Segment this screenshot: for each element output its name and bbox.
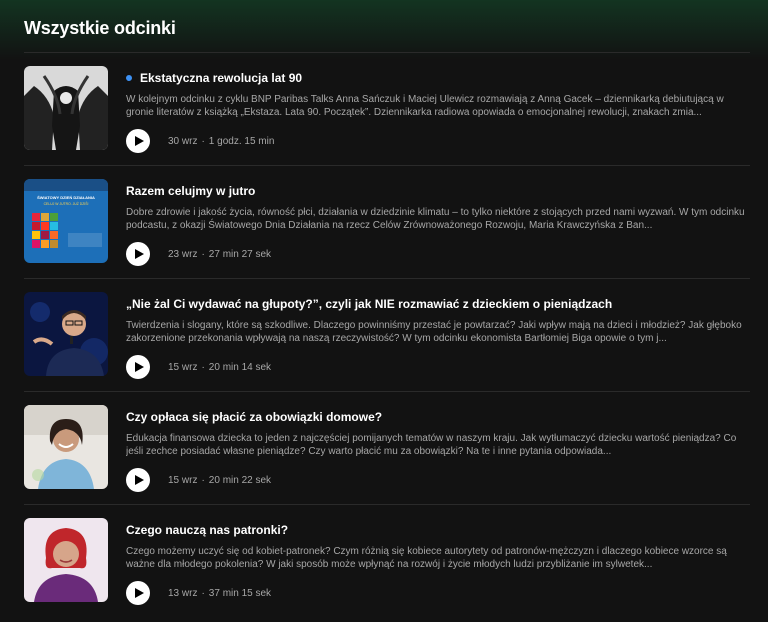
- episode-duration: 20 min 14 sek: [208, 361, 272, 373]
- episode-thumbnail[interactable]: [24, 405, 108, 489]
- episode-duration: 20 min 22 sek: [208, 474, 272, 486]
- episode-title[interactable]: Razem celujmy w jutro: [126, 184, 746, 198]
- episode-row[interactable]: ŚWIATOWY DZIEŃ DZIAŁANIA CELUJ W JUTRO. …: [24, 165, 750, 278]
- episode-thumbnail[interactable]: [24, 518, 108, 602]
- episode-thumbnail[interactable]: [24, 292, 108, 376]
- episode-meta: 15 wrz · 20 min 14 sek: [126, 355, 271, 379]
- episode-title[interactable]: Ekstatyczna rewolucja lat 90: [126, 71, 746, 85]
- play-icon: [135, 362, 144, 372]
- episode-row[interactable]: „Nie żal Ci wydawać na głupoty?”, czyli …: [24, 278, 750, 391]
- episode-meta: 30 wrz · 1 godz. 15 min: [126, 129, 274, 153]
- episode-thumbnail[interactable]: [24, 66, 108, 150]
- episode-title-text: „Nie żal Ci wydawać na głupoty?”, czyli …: [126, 297, 613, 311]
- episode-description: Dobre zdrowie i jakość życia, równość pł…: [126, 207, 745, 231]
- episode-thumbnail[interactable]: ŚWIATOWY DZIEŃ DZIAŁANIA CELUJ W JUTRO. …: [24, 179, 108, 263]
- thumbnail-art-speaker: [24, 292, 108, 376]
- thumbnail-art-woman-smiling: [24, 405, 108, 489]
- play-button[interactable]: [126, 468, 150, 492]
- episode-meta: 13 wrz · 37 min 15 sek: [126, 581, 271, 605]
- episode-title[interactable]: Czego nauczą nas patronki?: [126, 523, 746, 537]
- episode-description: Twierdzenia i slogany, które są szkodliw…: [126, 320, 742, 344]
- play-icon: [135, 475, 144, 485]
- episode-date: 15 wrz: [168, 474, 198, 486]
- play-button[interactable]: [126, 242, 150, 266]
- episode-title-text: Razem celujmy w jutro: [126, 184, 256, 198]
- sdg-banner-subtitle: CELUJ W JUTRO. JUŻ DZIŚ!: [44, 201, 89, 206]
- episode-row[interactable]: Czego nauczą nas patronki? Czego możemy …: [24, 504, 750, 617]
- meta-separator: ·: [201, 361, 205, 373]
- episode-row[interactable]: Czy opłaca się płacić za obowiązki domow…: [24, 391, 750, 504]
- episode-meta: 23 wrz · 27 min 27 sek: [126, 242, 271, 266]
- episode-duration: 37 min 15 sek: [208, 587, 272, 599]
- episode-title[interactable]: „Nie żal Ci wydawać na głupoty?”, czyli …: [126, 297, 746, 311]
- episode-description: Edukacja finansowa dziecka to jeden z na…: [126, 433, 737, 457]
- play-button[interactable]: [126, 129, 150, 153]
- episode-title[interactable]: Czy opłaca się płacić za obowiązki domow…: [126, 410, 746, 424]
- thumbnail-art-woman-red-hair: [24, 518, 108, 602]
- episode-duration: 1 godz. 15 min: [208, 135, 275, 147]
- episodes-page: Wszystkie odcinki Ekstatyczna rewolucja …: [0, 0, 768, 622]
- episode-meta: 15 wrz · 20 min 22 sek: [126, 468, 271, 492]
- episode-description: Czego możemy uczyć się od kobiet-patrone…: [126, 546, 727, 570]
- episode-description: W kolejnym odcinku z cyklu BNP Paribas T…: [126, 94, 724, 118]
- episode-duration: 27 min 27 sek: [208, 248, 272, 260]
- meta-separator: ·: [201, 135, 205, 147]
- meta-separator: ·: [201, 474, 205, 486]
- episode-date: 13 wrz: [168, 587, 198, 599]
- episode-date: 15 wrz: [168, 361, 198, 373]
- sdg-banner-title: ŚWIATOWY DZIEŃ DZIAŁANIA: [37, 195, 95, 200]
- episode-row[interactable]: Ekstatyczna rewolucja lat 90 W kolejnym …: [24, 52, 750, 165]
- play-icon: [135, 588, 144, 598]
- play-icon: [135, 249, 144, 259]
- new-episode-dot-icon: [126, 75, 132, 81]
- play-icon: [135, 136, 144, 146]
- meta-separator: ·: [201, 248, 205, 260]
- episode-date: 30 wrz: [168, 135, 198, 147]
- episode-date: 23 wrz: [168, 248, 198, 260]
- thumbnail-art-sdg: ŚWIATOWY DZIEŃ DZIAŁANIA CELUJ W JUTRO. …: [24, 179, 108, 263]
- play-button[interactable]: [126, 581, 150, 605]
- section-title: Wszystkie odcinki: [24, 18, 176, 38]
- episode-title-text: Ekstatyczna rewolucja lat 90: [140, 71, 303, 85]
- thumbnail-art-wings: [24, 66, 108, 150]
- play-button[interactable]: [126, 355, 150, 379]
- meta-separator: ·: [201, 587, 205, 599]
- episode-title-text: Czego nauczą nas patronki?: [126, 523, 289, 537]
- episode-list: Ekstatyczna rewolucja lat 90 W kolejnym …: [24, 52, 750, 617]
- episode-title-text: Czy opłaca się płacić za obowiązki domow…: [126, 410, 383, 424]
